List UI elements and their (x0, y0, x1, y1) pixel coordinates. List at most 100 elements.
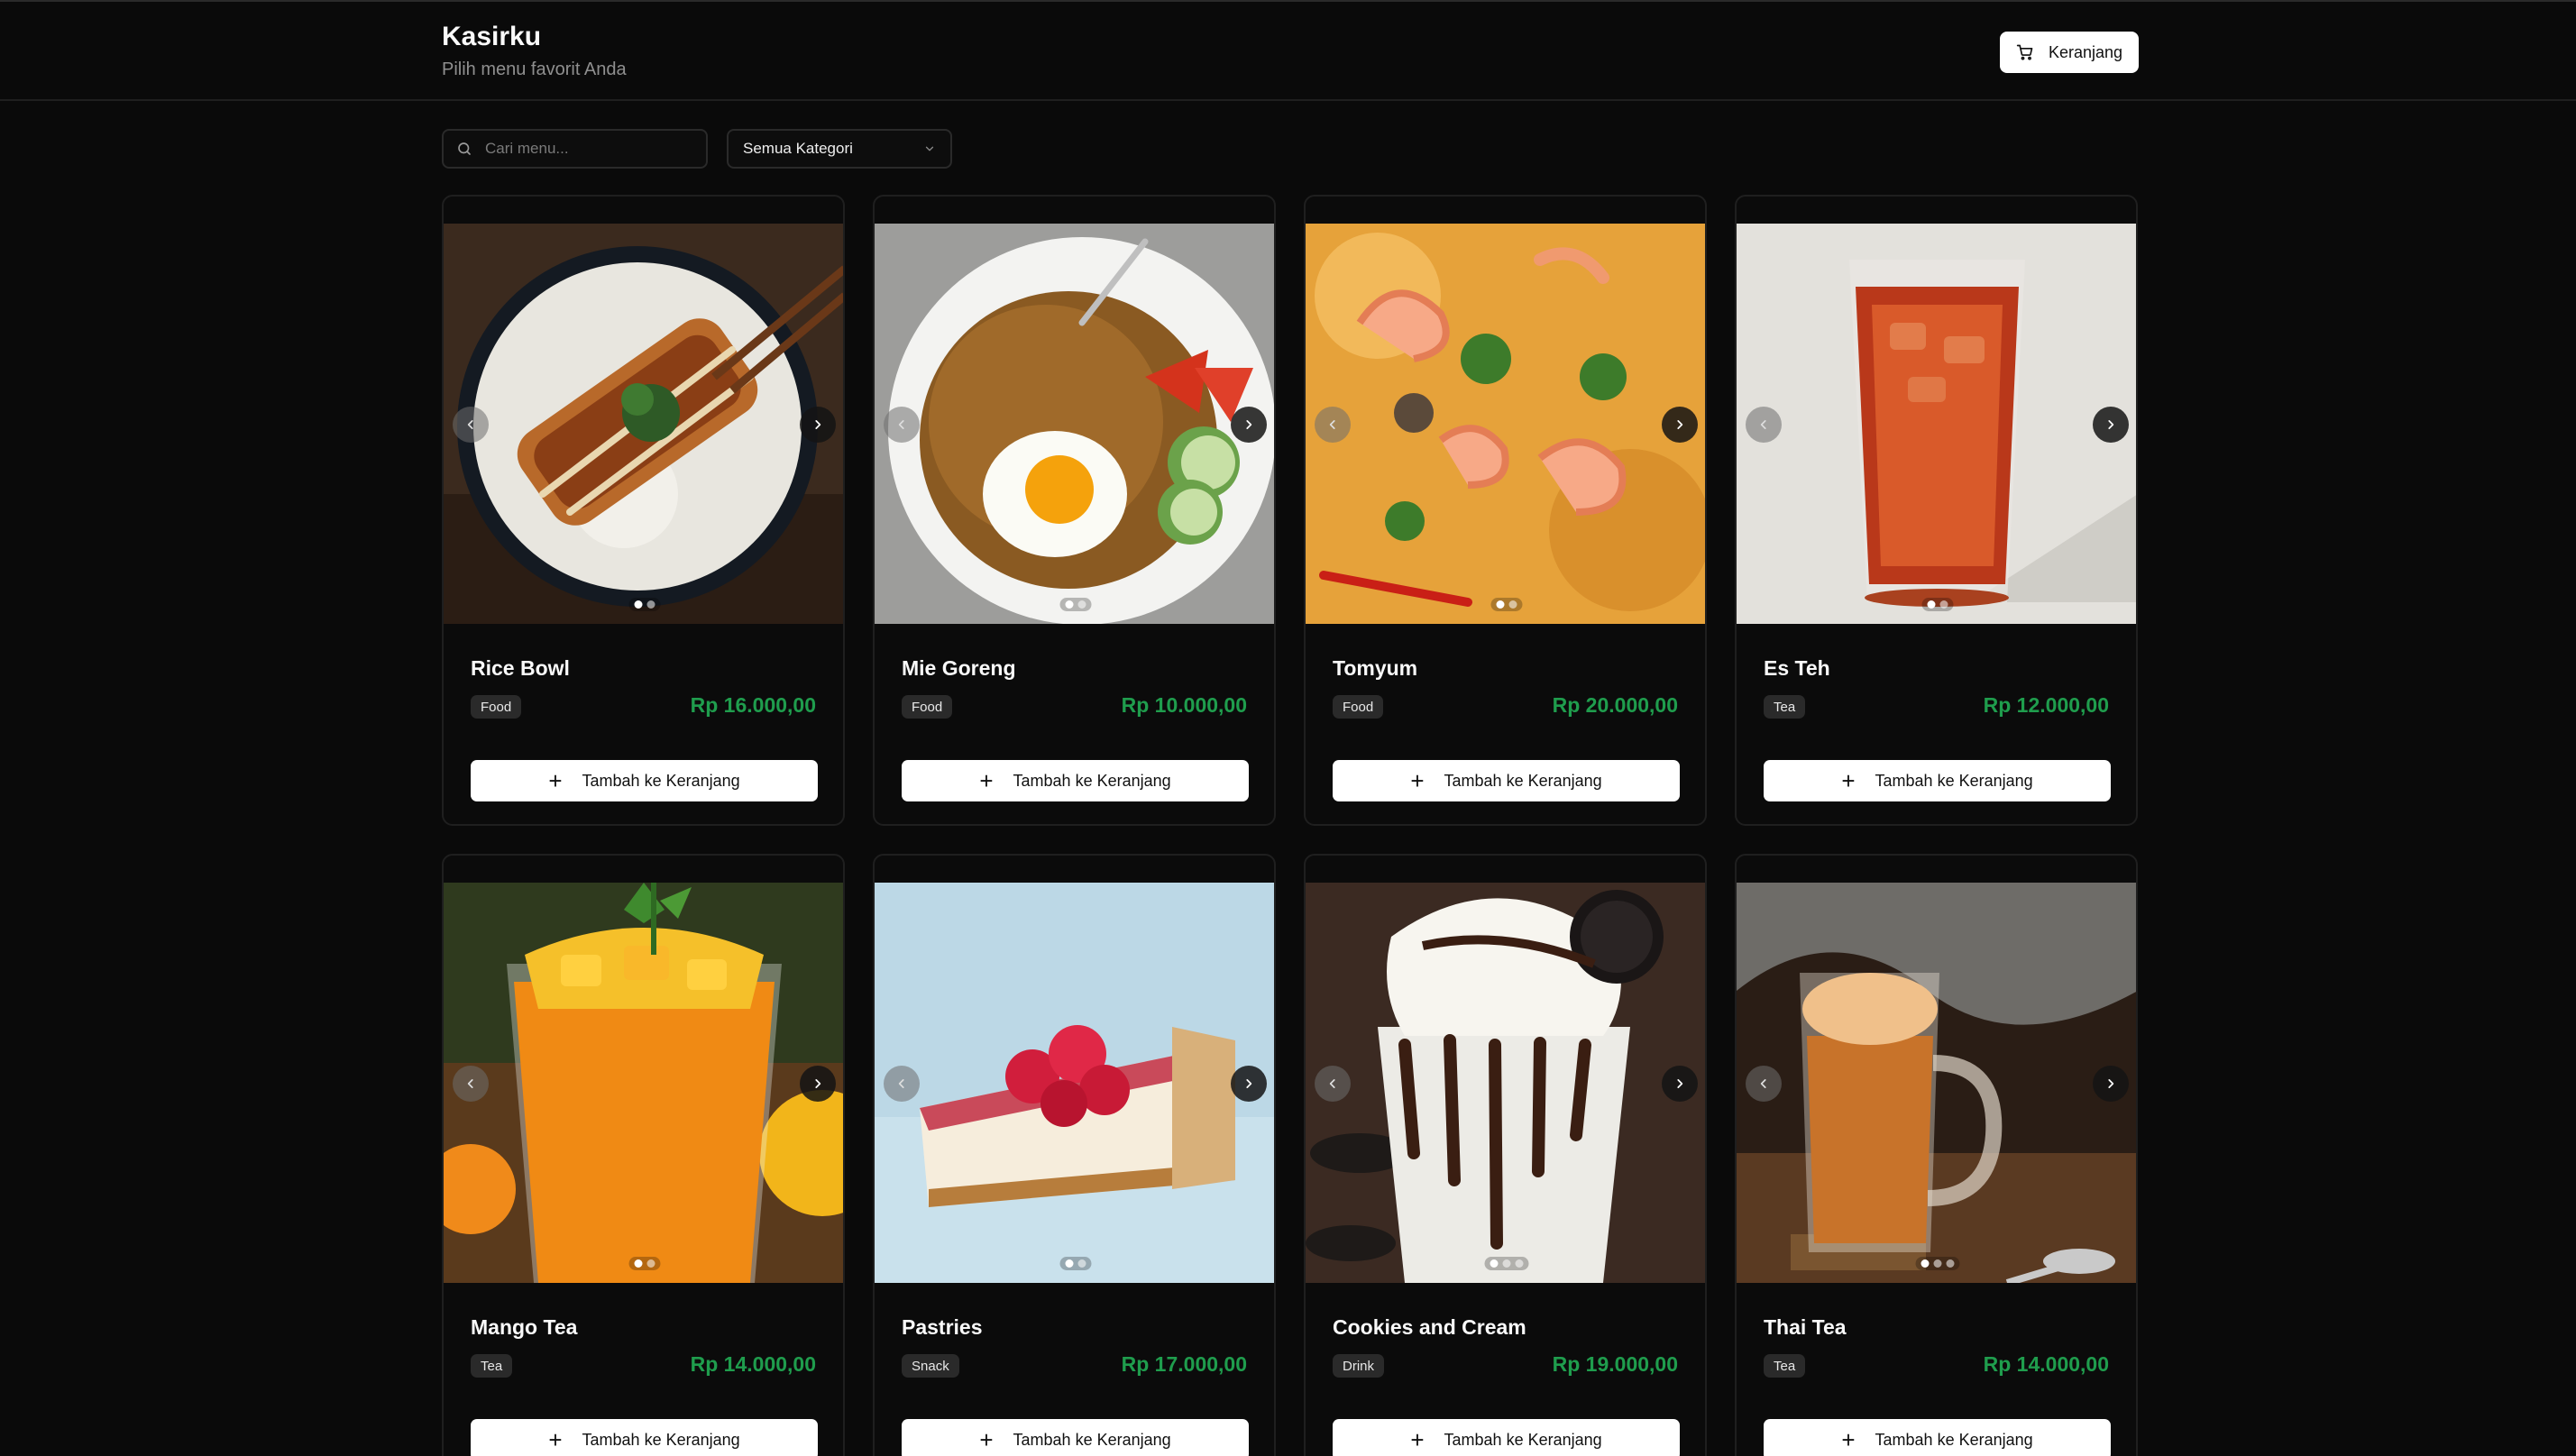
carousel-dots (1484, 1257, 1528, 1270)
plus-icon: + (1410, 1426, 1425, 1453)
product-card: Tomyum Food Rp 20.000,00 + Tambah ke Ker… (1304, 195, 1707, 826)
product-name: Mie Goreng (902, 656, 1016, 680)
carousel-dots (1490, 598, 1522, 611)
carousel-dot[interactable] (1508, 600, 1517, 609)
add-to-cart-button[interactable]: + Tambah ke Keranjang (1764, 760, 2111, 801)
add-to-cart-label: Tambah ke Keranjang (1875, 771, 2033, 790)
carousel-dot[interactable] (1933, 1259, 1941, 1268)
carousel-dot[interactable] (634, 600, 642, 609)
carousel-prev-button[interactable] (1746, 407, 1782, 443)
search-box (442, 129, 708, 169)
add-to-cart-label: Tambah ke Keranjang (582, 771, 740, 790)
chevron-left-icon (467, 420, 473, 429)
product-price: Rp 17.000,00 (1121, 1352, 1247, 1376)
chevron-right-icon (1246, 420, 1252, 429)
carousel-dot[interactable] (1502, 1259, 1510, 1268)
plus-icon: + (548, 767, 563, 794)
carousel-next-button[interactable] (1231, 407, 1267, 443)
carousel-prev-button[interactable] (1746, 1066, 1782, 1102)
category-select-value: Semua Kategori (743, 140, 853, 157)
product-image-carousel (444, 883, 843, 1283)
carousel-dots (628, 598, 660, 611)
carousel-dot[interactable] (1939, 600, 1948, 609)
category-select[interactable]: Semua Kategori (727, 129, 952, 169)
carousel-prev-button[interactable] (884, 1066, 920, 1102)
product-price: Rp 20.000,00 (1552, 693, 1678, 717)
product-card: Cookies and Cream Drink Rp 19.000,00 + T… (1304, 854, 1707, 1456)
category-badge: Tea (1764, 695, 1806, 719)
cart-button[interactable]: Keranjang (2000, 32, 2139, 73)
chevron-down-icon (925, 146, 934, 151)
carousel-dot[interactable] (1515, 1259, 1523, 1268)
cart-label: Keranjang (2048, 42, 2123, 61)
add-to-cart-label: Tambah ke Keranjang (582, 1430, 740, 1449)
add-to-cart-button[interactable]: + Tambah ke Keranjang (471, 1419, 818, 1456)
carousel-dot[interactable] (646, 600, 655, 609)
product-image-carousel (1737, 224, 2136, 624)
product-image-carousel (1306, 883, 1705, 1283)
carousel-next-button[interactable] (1662, 407, 1698, 443)
add-to-cart-button[interactable]: + Tambah ke Keranjang (902, 760, 1249, 801)
product-name: Thai Tea (1764, 1315, 1847, 1339)
chevron-left-icon (467, 1079, 473, 1088)
plus-icon: + (979, 1426, 994, 1453)
category-badge: Food (902, 695, 953, 719)
carousel-next-button[interactable] (800, 407, 836, 443)
search-icon (458, 142, 471, 155)
carousel-dot[interactable] (1065, 600, 1073, 609)
product-name: Cookies and Cream (1333, 1315, 1526, 1339)
product-price: Rp 19.000,00 (1552, 1352, 1678, 1376)
category-badge: Drink (1333, 1354, 1385, 1378)
chevron-left-icon (1329, 420, 1335, 429)
carousel-prev-button[interactable] (1315, 1066, 1351, 1102)
carousel-dots (1059, 598, 1091, 611)
carousel-dots (628, 1257, 660, 1270)
carousel-dot[interactable] (1490, 1259, 1498, 1268)
product-image-carousel (875, 883, 1274, 1283)
add-to-cart-button[interactable]: + Tambah ke Keranjang (902, 1419, 1249, 1456)
cart-icon (2016, 44, 2033, 60)
chevron-right-icon (815, 1079, 821, 1088)
product-price: Rp 10.000,00 (1121, 693, 1247, 717)
add-to-cart-button[interactable]: + Tambah ke Keranjang (1764, 1419, 2111, 1456)
carousel-dot[interactable] (1927, 600, 1935, 609)
add-to-cart-button[interactable]: + Tambah ke Keranjang (471, 760, 818, 801)
carousel-dot[interactable] (1065, 1259, 1073, 1268)
plus-icon: + (548, 1426, 563, 1453)
carousel-next-button[interactable] (2093, 1066, 2129, 1102)
carousel-dot[interactable] (1077, 600, 1086, 609)
carousel-next-button[interactable] (1662, 1066, 1698, 1102)
product-card: Mie Goreng Food Rp 10.000,00 + Tambah ke… (873, 195, 1276, 826)
mie-goreng-photo (875, 224, 1274, 624)
carousel-prev-button[interactable] (884, 407, 920, 443)
carousel-next-button[interactable] (2093, 407, 2129, 443)
add-to-cart-button[interactable]: + Tambah ke Keranjang (1333, 1419, 1680, 1456)
carousel-prev-button[interactable] (453, 407, 489, 443)
carousel-prev-button[interactable] (453, 1066, 489, 1102)
add-to-cart-button[interactable]: + Tambah ke Keranjang (1333, 760, 1680, 801)
mango-tea-photo (444, 883, 843, 1283)
search-input[interactable] (485, 140, 683, 158)
carousel-dot[interactable] (1946, 1259, 1954, 1268)
carousel-dot[interactable] (634, 1259, 642, 1268)
carousel-dot[interactable] (1077, 1259, 1086, 1268)
add-to-cart-label: Tambah ke Keranjang (1875, 1430, 2033, 1449)
chevron-left-icon (1329, 1079, 1335, 1088)
chevron-right-icon (2108, 1079, 2114, 1088)
add-to-cart-label: Tambah ke Keranjang (1444, 771, 1602, 790)
carousel-next-button[interactable] (1231, 1066, 1267, 1102)
category-badge: Tea (1764, 1354, 1806, 1378)
chevron-right-icon (1246, 1079, 1252, 1088)
carousel-next-button[interactable] (800, 1066, 836, 1102)
category-badge: Food (471, 695, 522, 719)
carousel-dot[interactable] (1921, 1259, 1929, 1268)
add-to-cart-label: Tambah ke Keranjang (1013, 1430, 1171, 1449)
chevron-left-icon (898, 1079, 904, 1088)
cookies-and-cream-photo (1306, 883, 1705, 1283)
carousel-dot[interactable] (1496, 600, 1504, 609)
product-card: Rice Bowl Food Rp 16.000,00 + Tambah ke … (442, 195, 845, 826)
carousel-prev-button[interactable] (1315, 407, 1351, 443)
app-title: Kasirku (442, 22, 542, 51)
carousel-dot[interactable] (646, 1259, 655, 1268)
add-to-cart-label: Tambah ke Keranjang (1013, 771, 1171, 790)
